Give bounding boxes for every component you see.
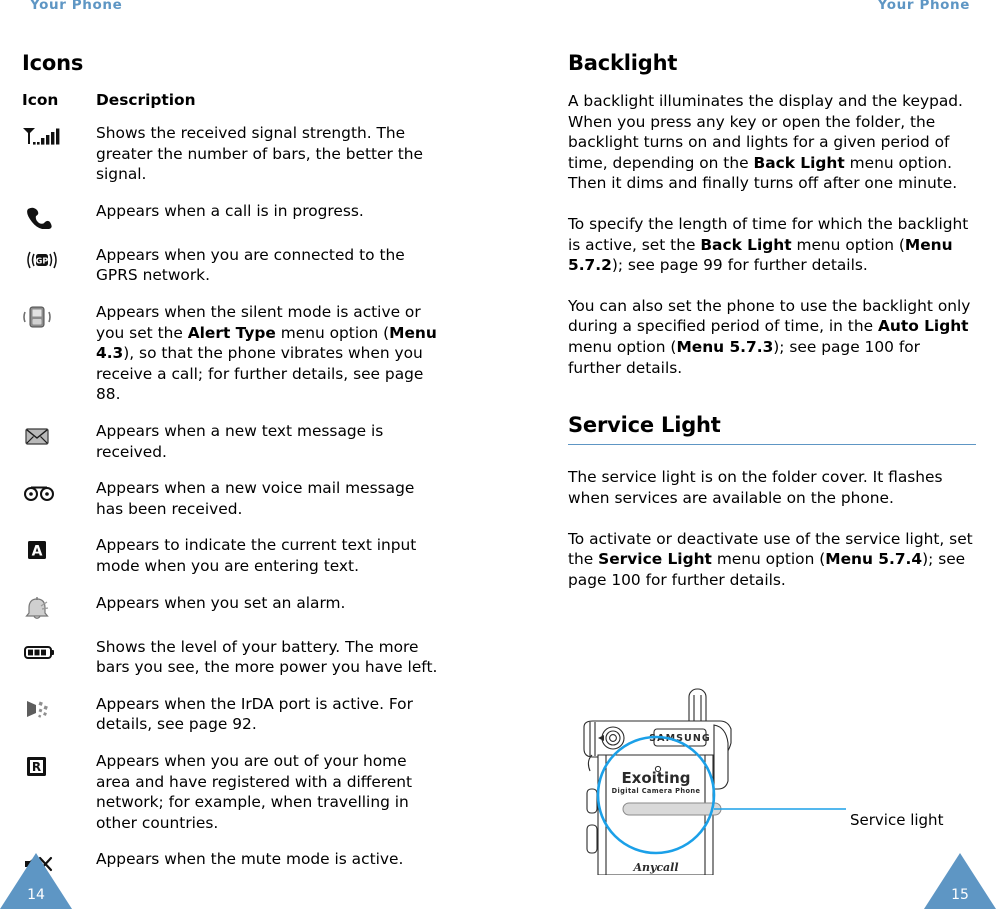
icon-cell: GP xyxy=(22,245,96,302)
icon-description-cell: Shows the level of your battery. The mor… xyxy=(96,637,438,677)
icon-cell xyxy=(22,593,96,637)
table-row: Appears when a new voice mail message ha… xyxy=(22,478,442,535)
phone-model-subtext: Digital Camera Phone xyxy=(612,787,701,795)
table-row: A Appears to indicate the current text in… xyxy=(22,535,442,592)
table-row: Appears when the mute mode is active. xyxy=(22,849,442,893)
icon-description-cell: Appears when the silent mode is active o… xyxy=(96,303,437,404)
icon-description-cell: Appears to indicate the current text inp… xyxy=(96,536,417,575)
phone-illustration: SAMSUNG Exoiting Digital Camera Phone An… xyxy=(583,688,846,875)
irda-port-icon xyxy=(27,700,48,718)
page-tab-left: 14 xyxy=(0,853,72,909)
paragraph: You can also set the phone to use the ba… xyxy=(568,296,971,377)
page-title-service-light: Service Light xyxy=(568,414,976,446)
service-light-bar xyxy=(622,802,722,816)
icon-description-cell: Shows the received signal strength. The … xyxy=(96,124,423,184)
column-header-icon: Icon xyxy=(22,91,59,110)
table-row: Appears when a new text message is recei… xyxy=(22,421,442,478)
paragraph: The service light is on the folder cover… xyxy=(568,468,943,507)
column-header-description: Description xyxy=(96,91,196,110)
icon-cell xyxy=(22,694,96,751)
icon-description-cell: Appears when you are connected to the GP… xyxy=(96,245,405,285)
icons-table: Icon Description Shows the received sign… xyxy=(22,91,442,893)
table-row: Appears when you set an alarm. xyxy=(22,593,442,637)
phone-footer-text: Anycall xyxy=(632,861,678,874)
icon-description-cell: Appears when a call is in progress. xyxy=(96,201,364,220)
page-number-right: 15 xyxy=(951,887,969,903)
icon-description-cell: Appears when the IrDA port is active. Fo… xyxy=(96,694,413,734)
callout-label-service-light: Service light xyxy=(850,811,944,829)
backlight-body: A backlight illuminates the display and … xyxy=(568,91,976,378)
table-row: Shows the level of your battery. The mor… xyxy=(22,637,442,694)
icon-description-cell: Appears when you are out of your home ar… xyxy=(96,751,413,832)
icon-description-cell: Appears when a new voice mail message ha… xyxy=(96,479,415,518)
icon-cell xyxy=(22,421,96,478)
gprs-network-icon: GP xyxy=(27,251,57,269)
icon-cell xyxy=(22,478,96,535)
svg-text:R: R xyxy=(32,760,41,774)
signal-strength-icon xyxy=(23,128,60,145)
page-title-icons: Icons xyxy=(22,51,84,75)
svg-text:GP: GP xyxy=(36,256,49,265)
icon-cell xyxy=(22,302,96,421)
table-row: GP Appears when you are connected to the … xyxy=(22,245,442,302)
paragraph: To specify the length of time for which … xyxy=(568,215,969,275)
running-header-left: Your Phone xyxy=(30,0,123,13)
new-text-message-icon xyxy=(25,428,49,445)
right-page-column: Backlight A backlight illuminates the di… xyxy=(568,51,976,590)
icon-description-cell: Appears when the mute mode is active. xyxy=(96,850,404,869)
left-page-column: Icons Icon Description Shows the receive… xyxy=(22,51,442,893)
table-row: Appears when a call is in progress. xyxy=(22,201,442,245)
battery-level-icon xyxy=(24,645,54,659)
service-light-body: The service light is on the folder cover… xyxy=(568,467,976,590)
roaming-icon: R xyxy=(27,756,46,776)
icon-cell: A xyxy=(22,535,96,592)
call-in-progress-icon xyxy=(27,207,52,229)
voice-mail-icon xyxy=(24,486,54,502)
paragraph: A backlight illuminates the display and … xyxy=(568,92,963,193)
table-row: Appears when the IrDA port is active. Fo… xyxy=(22,694,442,751)
page-tab-right: 15 xyxy=(924,853,996,909)
table-row: R Appears when you are out of your home a… xyxy=(22,751,442,849)
service-light-figure: SAMSUNG Exoiting Digital Camera Phone An… xyxy=(568,685,978,875)
table-row: Appears when the silent mode is active o… xyxy=(22,302,442,421)
icon-description-cell: Appears when a new text message is recei… xyxy=(96,422,384,461)
table-header-row: Icon Description xyxy=(22,91,442,123)
icon-description-cell: Appears when you set an alarm. xyxy=(96,593,346,612)
text-input-mode-icon: A xyxy=(28,541,46,560)
svg-text:A: A xyxy=(32,544,43,560)
table-row: Shows the received signal strength. The … xyxy=(22,123,442,201)
icon-cell xyxy=(22,123,96,201)
alarm-icon xyxy=(25,596,49,619)
running-header-right: Your Phone xyxy=(877,0,970,13)
page-number-left: 14 xyxy=(27,887,45,903)
phone-model-text: Exoiting xyxy=(621,769,690,787)
paragraph: To activate or deactivate use of the ser… xyxy=(568,529,973,589)
icon-cell xyxy=(22,637,96,694)
icon-cell: R xyxy=(22,751,96,849)
icon-cell xyxy=(22,201,96,245)
page-title-backlight: Backlight xyxy=(568,51,678,75)
vibrate-silent-mode-icon xyxy=(23,306,51,328)
